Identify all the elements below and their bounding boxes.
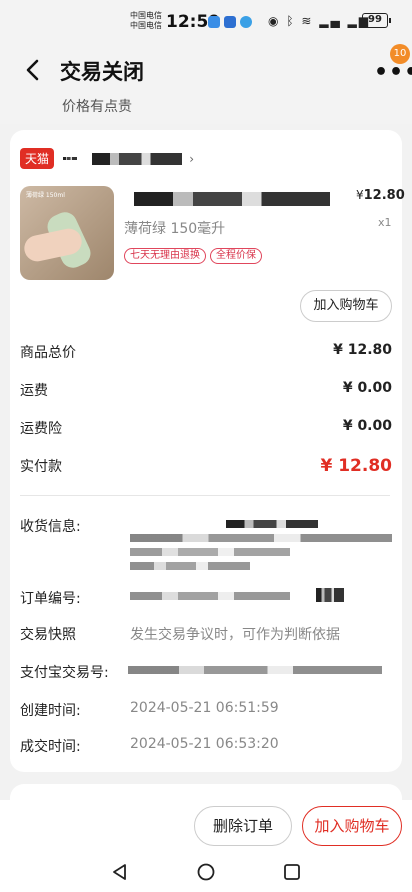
close-reason: 价格有点贵 [62,99,132,115]
snapshot-label[interactable]: 交易快照 [20,624,76,644]
goods-total-value: ¥ 12.80 [333,342,392,358]
shipping-label: 运费 [20,383,48,399]
goods-total-row: 商品总价 ¥ 12.80 [20,342,392,364]
more-menu-icon[interactable]: ••• [374,60,412,85]
nav-recents-icon[interactable] [282,862,302,882]
created-time-value: 2024-05-21 06:51:59 [130,700,279,716]
created-time-label: 创建时间: [20,703,81,719]
bluetooth-icon: ᛒ [286,14,296,28]
battery-icon: 99 [362,13,391,28]
completed-time-label: 成交时间: [20,739,81,755]
product-thumbnail[interactable]: 薄荷绿 150ml [20,186,114,280]
tag-seven-day-return: 七天无理由退换 [124,248,206,264]
product-quantity: x1 [378,216,392,229]
currency-symbol: ¥ [356,188,364,202]
divider [20,495,390,496]
carrier-2: 中国电信 [130,21,162,30]
shop-name-redacted [92,152,183,165]
thumb-tag: 薄荷绿 150ml [26,192,65,199]
page-header: 交易关闭 价格有点贵 ••• 10 [0,44,412,124]
shop-row[interactable]: 天猫 › [20,148,195,169]
shipping-insurance-label: 运费险 [20,421,62,437]
eye-icon: ◉ [268,14,281,28]
shipping-insurance-row: 运费险 ¥ 0.00 [20,418,392,440]
receiver-label: 收货信息: [20,519,81,535]
app-notification-icon [240,16,252,28]
shipping-insurance-value: ¥ 0.00 [342,418,392,434]
product-spec: 薄荷绿 150毫升 [124,221,226,237]
shop-name-redacted [63,157,78,160]
order-number-label: 订单编号: [20,591,81,607]
system-nav-bar [0,854,412,892]
tag-price-protection: 全程价保 [210,248,262,264]
snapshot-description[interactable]: 发生交易争议时，可作为判断依据 [130,624,340,644]
chevron-right-icon: › [189,152,195,166]
shipping-value: ¥ 0.00 [342,380,392,396]
app-notification-icon [224,16,236,28]
add-to-cart-button-small[interactable]: 加入购物车 [300,290,392,322]
paid-label: 实付款 [20,459,62,475]
price-value: 12.80 [363,188,405,203]
back-arrow-icon[interactable] [22,58,46,82]
goods-total-label: 商品总价 [20,345,76,361]
nav-home-icon[interactable] [196,862,216,882]
paid-value: ¥ 12.80 [320,456,392,476]
wifi-icon: ≋ [301,14,314,28]
paid-row: 实付款 ¥ 12.80 [20,456,392,478]
status-bar: 中国电信 中国电信 12:59 ◉ ᛒ ≋ ▂▄ ▂▆ 99 [0,0,412,44]
shipping-row: 运费 ¥ 0.00 [20,380,392,402]
delete-order-button[interactable]: 删除订单 [194,806,292,846]
page-title: 交易关闭 [60,60,144,84]
app-notification-icon [208,16,220,28]
notification-badge: 10 [390,44,410,64]
signal-icon: ▂▄ [319,14,342,28]
tmall-badge: 天猫 [20,148,55,169]
system-icons: ◉ ᛒ ≋ ▂▄ ▂▆ [268,14,370,28]
nav-back-icon[interactable] [110,862,130,882]
order-card: 天猫 › 薄荷绿 150ml ¥12.80 x1 薄荷绿 150毫升 七天无理由… [10,130,405,772]
product-price: ¥12.80 [356,188,405,203]
carrier-1: 中国电信 [130,11,162,20]
add-to-cart-button[interactable]: 加入购物车 [302,806,402,846]
alipay-label: 支付宝交易号: [20,665,109,681]
product-title-redacted[interactable] [134,190,330,206]
carrier-label: 中国电信 中国电信 [130,11,162,31]
bottom-action-bar: 删除订单 加入购物车 [0,800,412,854]
completed-time-value: 2024-05-21 06:53:20 [130,736,279,752]
